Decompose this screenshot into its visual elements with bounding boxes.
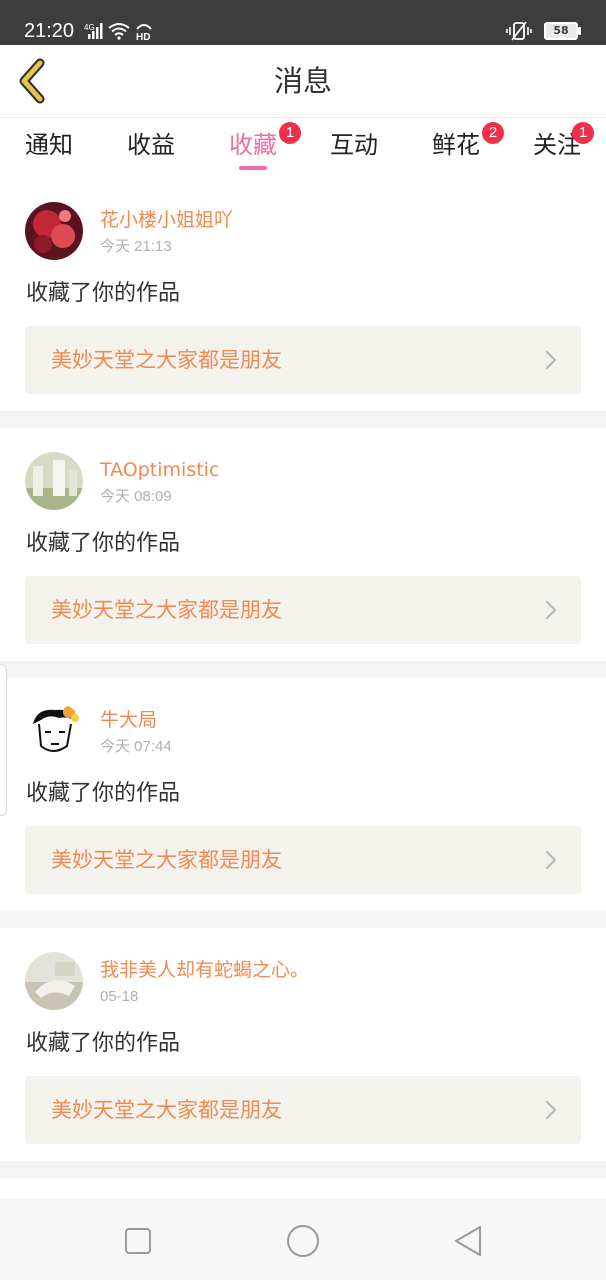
divider	[0, 661, 606, 678]
avatar[interactable]	[25, 202, 83, 260]
message-list: 花小楼小姐姐吖 今天 21:13 收藏了你的作品 美妙天堂之大家都是朋友 TAO…	[0, 178, 606, 1178]
home-button[interactable]	[283, 1221, 323, 1261]
status-bar: 21:20 4G HD 58	[0, 0, 606, 45]
tab-badge: 2	[482, 122, 504, 144]
timestamp: 今天 08:09	[100, 488, 172, 505]
chevron-right-icon	[545, 600, 557, 620]
chevron-right-icon	[545, 850, 557, 870]
username[interactable]: 牛大局	[100, 708, 157, 732]
action-text: 收藏了你的作品	[26, 1031, 181, 1056]
svg-text:4G: 4G	[84, 23, 95, 32]
divider	[0, 1161, 606, 1178]
edge-swipe-handle[interactable]	[0, 664, 7, 816]
tab-interactions[interactable]: 互动	[330, 128, 378, 162]
action-text: 收藏了你的作品	[26, 281, 181, 306]
hd-call-icon: HD	[136, 24, 152, 41]
work-link-card[interactable]: 美妙天堂之大家都是朋友	[25, 826, 581, 894]
avatar[interactable]	[25, 702, 83, 760]
work-link-card[interactable]: 美妙天堂之大家都是朋友	[25, 576, 581, 644]
square-recents-icon	[125, 1228, 151, 1254]
list-item: TAOptimistic 今天 08:09 收藏了你的作品 美妙天堂之大家都是朋…	[0, 428, 606, 661]
tab-favorites[interactable]: 收藏 1	[229, 122, 301, 170]
back-nav-button[interactable]	[448, 1221, 488, 1261]
avatar[interactable]	[25, 952, 83, 1010]
avatar[interactable]	[25, 452, 83, 510]
timestamp: 今天 07:44	[100, 738, 172, 755]
system-nav-bar	[0, 1199, 606, 1280]
chevron-right-icon	[545, 350, 557, 370]
list-item: 牛大局 今天 07:44 收藏了你的作品 美妙天堂之大家都是朋友	[0, 678, 606, 911]
svg-text:HD: HD	[136, 32, 150, 41]
vibrate-icon	[506, 21, 532, 41]
action-text: 收藏了你的作品	[26, 781, 181, 806]
tab-following[interactable]: 关注 1	[533, 122, 594, 162]
recents-button[interactable]	[118, 1221, 158, 1261]
work-title: 美妙天堂之大家都是朋友	[51, 598, 282, 622]
timestamp: 05-18	[100, 988, 139, 1005]
username[interactable]: 我非美人却有蛇蝎之心。	[100, 958, 309, 982]
work-link-card[interactable]: 美妙天堂之大家都是朋友	[25, 326, 581, 394]
active-tab-indicator	[239, 166, 267, 170]
work-title: 美妙天堂之大家都是朋友	[51, 848, 282, 872]
app-header: 消息	[0, 45, 606, 118]
list-item: 我非美人却有蛇蝎之心。 05-18 收藏了你的作品 美妙天堂之大家都是朋友	[0, 928, 606, 1161]
tab-earnings[interactable]: 收益	[127, 128, 175, 162]
wifi-icon	[108, 23, 130, 40]
status-time: 21:20	[24, 20, 75, 42]
tab-bar: 通知 收益 收藏 1 互动 鲜花 2 关注 1	[0, 118, 606, 178]
signal-icon: 4G	[84, 23, 103, 39]
tab-badge: 1	[572, 122, 594, 144]
work-link-card[interactable]: 美妙天堂之大家都是朋友	[25, 1076, 581, 1144]
triangle-back-icon	[455, 1226, 481, 1256]
username[interactable]: 花小楼小姐姐吖	[100, 208, 233, 232]
work-title: 美妙天堂之大家都是朋友	[51, 348, 282, 372]
page-title: 消息	[273, 64, 332, 98]
divider	[0, 911, 606, 928]
divider	[0, 411, 606, 428]
tab-badge: 1	[279, 122, 301, 144]
list-item: 花小楼小姐姐吖 今天 21:13 收藏了你的作品 美妙天堂之大家都是朋友	[0, 178, 606, 411]
action-text: 收藏了你的作品	[26, 531, 181, 556]
username[interactable]: TAOptimistic	[100, 458, 219, 482]
work-title: 美妙天堂之大家都是朋友	[51, 1098, 282, 1122]
tab-flowers[interactable]: 鲜花 2	[432, 122, 504, 162]
tab-notifications[interactable]: 通知	[25, 128, 73, 162]
timestamp: 今天 21:13	[100, 238, 172, 255]
chevron-right-icon	[545, 1100, 557, 1120]
circle-home-icon	[287, 1225, 319, 1257]
battery-indicator: 58	[544, 22, 581, 40]
